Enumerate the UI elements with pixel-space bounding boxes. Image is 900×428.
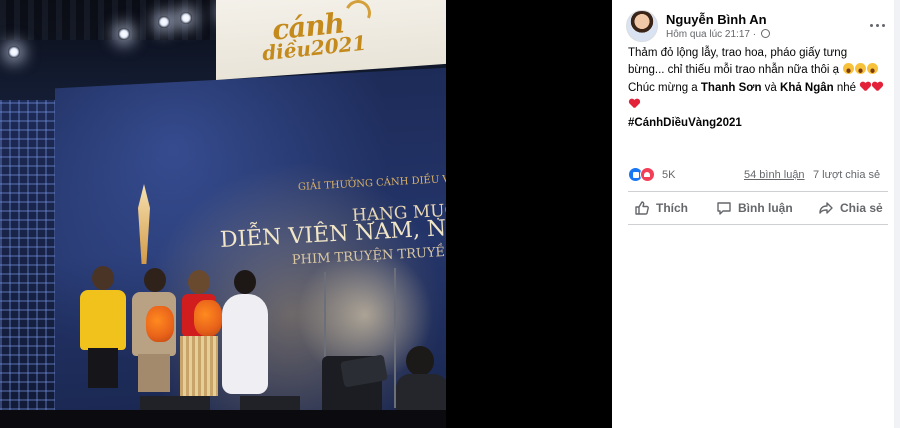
heart-emoji-icon — [629, 99, 640, 109]
stage-spotlight — [8, 46, 20, 58]
laughing-emoji-icon — [867, 63, 879, 74]
post-text-line: Thảm đỏ lộng lẫy, trao hoa, pháo giấy tư… — [628, 47, 848, 76]
comment-label: Bình luận — [738, 201, 793, 215]
heart-emoji-icon — [860, 82, 871, 92]
reaction-count[interactable]: 5K — [662, 169, 675, 181]
led-wall — [0, 100, 58, 428]
flower-bouquet — [146, 306, 174, 342]
post-header: Nguyễn Bình An Hôm qua lúc 21:17 · — [626, 10, 886, 46]
post-stats: 5K 54 bình luận 7 lượt chia sẻ — [628, 165, 890, 185]
post-actions: Thích Bình luận Chia sẻ — [626, 196, 888, 220]
comment-count[interactable]: 54 bình luận — [744, 169, 805, 181]
comment-button[interactable]: Bình luận — [716, 196, 793, 220]
avatar[interactable] — [626, 10, 658, 42]
comment-bubble-icon — [717, 202, 731, 215]
person-actor — [132, 266, 178, 416]
like-button[interactable]: Thích — [634, 196, 688, 220]
post-text-line: Chúc mừng a — [628, 82, 701, 94]
person-actress — [180, 270, 222, 400]
share-arrow-icon — [819, 202, 833, 214]
stage-spotlight — [158, 16, 170, 28]
person-guest — [222, 270, 268, 400]
stage-spotlight — [118, 28, 130, 40]
globe-icon — [760, 29, 770, 38]
stage-spotlight — [180, 12, 192, 24]
share-button[interactable]: Chia sẻ — [818, 196, 883, 220]
author-name[interactable]: Nguyễn Bình An — [666, 12, 767, 27]
more-dots-icon — [869, 23, 873, 27]
hashtag-link[interactable]: #CánhDiềuVàng2021 — [628, 117, 742, 129]
laughing-emoji-icon — [855, 63, 867, 74]
post-text-line: và — [761, 82, 781, 94]
post-timestamp[interactable]: Hôm qua lúc 21:17 — [666, 29, 750, 40]
divider — [628, 191, 888, 192]
love-reaction-icon[interactable] — [640, 167, 655, 182]
like-label: Thích — [656, 201, 688, 215]
photo-letterbox — [446, 0, 612, 428]
divider — [628, 224, 888, 225]
flower-bouquet — [194, 300, 222, 336]
heart-emoji-icon — [872, 82, 883, 92]
post-panel: Nguyễn Bình An Hôm qua lúc 21:17 · Thảm … — [612, 0, 894, 428]
laughing-emoji-icon — [843, 63, 855, 74]
post-meta: Hôm qua lúc 21:17 · — [666, 29, 770, 40]
scrollbar-track[interactable] — [894, 0, 900, 428]
more-options-button[interactable] — [866, 14, 888, 36]
post-text: Thảm đỏ lộng lẫy, trao hoa, pháo giấy tư… — [628, 45, 886, 133]
post-text-line: nhé — [833, 82, 857, 94]
mention-name[interactable]: Thanh Sơn — [701, 82, 762, 94]
person-presenter — [80, 262, 126, 412]
share-count[interactable]: 7 lượt chia sẻ — [813, 169, 880, 181]
share-label: Chia sẻ — [840, 201, 883, 215]
post-photo[interactable]: cánh diều2021 GIẢI THƯỞNG CÁNH DIỀU VÀ H… — [0, 0, 612, 428]
mention-name[interactable]: Khả Ngân — [780, 82, 834, 94]
thumbs-up-icon — [635, 201, 649, 215]
